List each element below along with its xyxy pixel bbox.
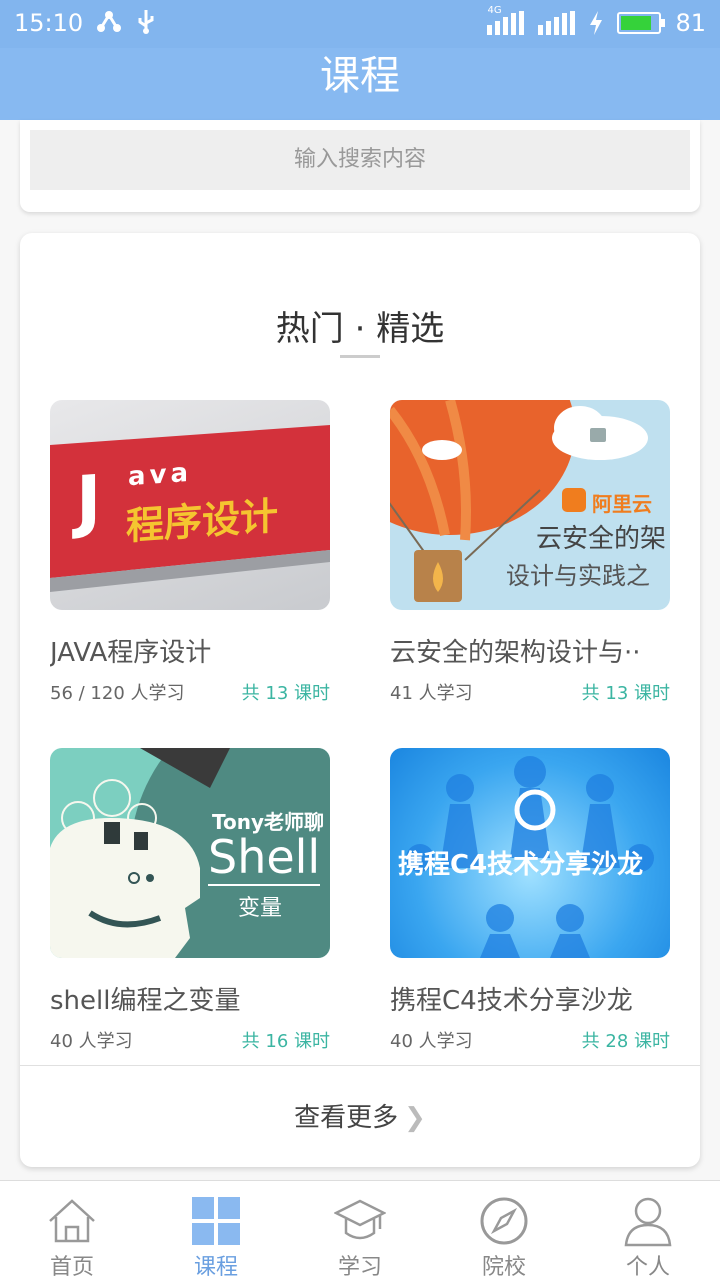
course-thumbnail-shell[interactable]: Tony老师聊 Shell 变量 [50, 748, 330, 958]
thumb-line1: 携程C4技术分享沙龙 [398, 850, 644, 880]
chevron-right-icon: ❯ [404, 1103, 426, 1133]
learner-count: 40 人学习 [390, 1031, 473, 1052]
course-title[interactable]: shell编程之变量 [50, 980, 330, 1017]
home-icon [49, 1199, 95, 1243]
battery-percent: 81 [675, 9, 706, 37]
section-title: 热门 · 精选 [275, 309, 445, 349]
tab-label: 个人 [625, 1255, 670, 1280]
divider [20, 1065, 700, 1066]
thumb-line2: 设计与实践之 [506, 562, 650, 590]
tab-label: 学习 [337, 1255, 382, 1280]
tab-courses[interactable]: 课程 [144, 1181, 288, 1280]
thumb-line1: ava [128, 457, 193, 493]
search-input[interactable]: 输入搜索内容 [30, 130, 690, 190]
course-title[interactable]: JAVA程序设计 [50, 632, 330, 669]
learner-count: 41 人学习 [390, 683, 473, 704]
lesson-count: 共 13 课时 [241, 683, 330, 704]
thumb-line2: 程序设计 [126, 493, 279, 549]
thumb-letter: J [76, 461, 102, 542]
course-item[interactable]: J ava 程序设计 JAVA程序设计 56 / 120 人学习 共 13 课时 [50, 400, 330, 705]
course-item[interactable]: 携程C4技术分享沙龙 携程C4技术分享沙龙 40 人学习 共 28 课时 [390, 748, 670, 1053]
grid-icon [192, 1197, 240, 1245]
lesson-count: 共 13 课时 [581, 683, 670, 704]
tab-label: 首页 [49, 1255, 94, 1280]
page-title: 课程 [320, 53, 400, 99]
tab-home[interactable]: 首页 [0, 1181, 144, 1280]
search-panel: 输入搜索内容 [20, 120, 700, 212]
course-item[interactable]: 阿里云 云安全的架 设计与实践之 云安全的架构设计与·· 41 人学习 共 13… [390, 400, 670, 705]
share-icon [97, 11, 121, 32]
lesson-count: 共 28 课时 [581, 1031, 670, 1052]
thumb-line3: 变量 [238, 896, 283, 921]
person-icon [624, 1197, 672, 1247]
header: 课程 [0, 48, 720, 120]
course-thumbnail-java[interactable]: J ava 程序设计 [50, 400, 330, 610]
status-time: 15:10 [14, 9, 84, 37]
bottom-tab-bar: 首页 课程 学习 院校 个人 [0, 1180, 720, 1280]
usb-icon [138, 10, 154, 34]
battery-icon [617, 12, 666, 34]
thumb-line2: Shell [208, 830, 321, 886]
network-type: 4G [487, 5, 502, 16]
thumb-line1: 云安全的架 [536, 524, 667, 554]
signal-icon-2 [538, 11, 576, 35]
course-thumbnail-ctrip[interactable]: 携程C4技术分享沙龙 [390, 748, 670, 958]
tab-label: 课程 [193, 1255, 238, 1280]
learner-count: 56 / 120 人学习 [50, 683, 185, 704]
see-more-button[interactable]: 查看更多 ❯ [20, 1097, 700, 1134]
learner-count: 40 人学习 [50, 1031, 133, 1052]
tab-study[interactable]: 学习 [288, 1181, 432, 1280]
featured-card: 热门 · 精选 J ava 程序设计 JAVA程序设计 56 / 120 人学习… [20, 233, 700, 1167]
tab-label: 院校 [481, 1255, 526, 1280]
thumb-brand: 阿里云 [592, 492, 652, 516]
graduation-cap-icon [334, 1199, 386, 1240]
status-bar: 15:10 4G 81 [0, 0, 720, 48]
lesson-count: 共 16 课时 [241, 1031, 330, 1052]
compass-icon [480, 1197, 528, 1245]
section-divider [340, 355, 380, 358]
tab-schools[interactable]: 院校 [432, 1181, 576, 1280]
course-title[interactable]: 携程C4技术分享沙龙 [390, 980, 670, 1017]
course-title[interactable]: 云安全的架构设计与·· [390, 632, 670, 669]
charging-icon [590, 11, 603, 35]
course-thumbnail-cloud[interactable]: 阿里云 云安全的架 设计与实践之 [390, 400, 670, 610]
see-more-label: 查看更多 [294, 1103, 399, 1133]
tab-profile[interactable]: 个人 [576, 1181, 720, 1280]
course-item[interactable]: Tony老师聊 Shell 变量 shell编程之变量 40 人学习 共 16 … [50, 748, 330, 1053]
